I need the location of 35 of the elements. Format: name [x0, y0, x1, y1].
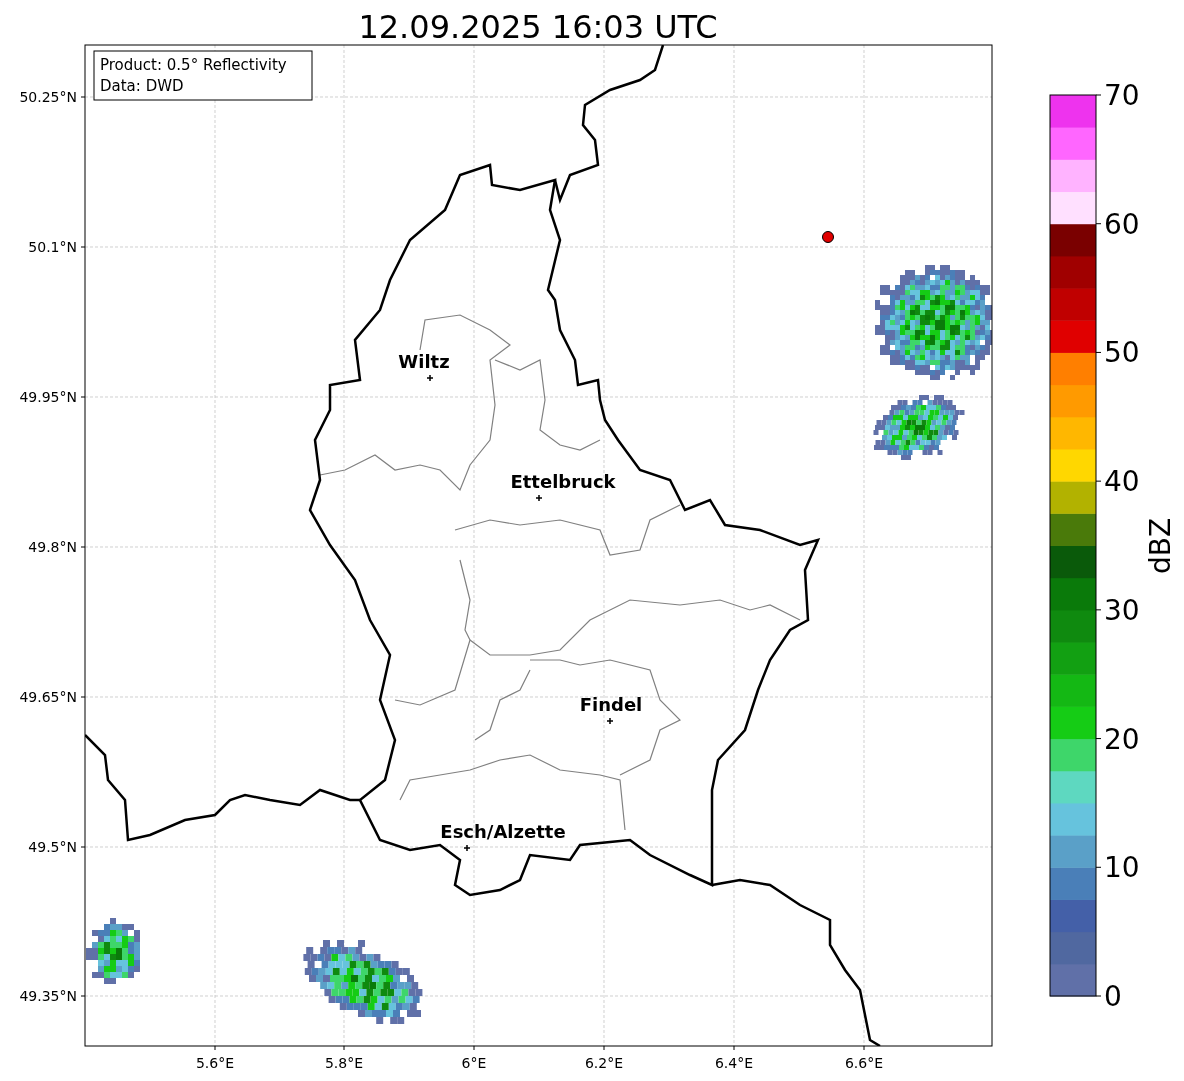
- city-marker-icon: [463, 844, 471, 852]
- city-label: Esch/Alzette: [440, 821, 566, 842]
- city-marker-icon: [426, 374, 434, 382]
- city-marker-icon: [606, 717, 614, 725]
- city-marker-icon: [535, 494, 543, 502]
- axis-tick-label: 49.65°N: [19, 689, 77, 705]
- axis-tick-label: 5.8°E: [324, 1055, 364, 1071]
- colorbar-tick-label: 20: [1104, 722, 1140, 756]
- axis-tick-label: 6°E: [461, 1055, 487, 1071]
- chart-title: 12.09.2025 16:03 UTC: [358, 8, 718, 46]
- axis-tick-label: 49.35°N: [19, 988, 77, 1004]
- axis-tick-label: 6.4°E: [714, 1055, 754, 1071]
- colorbar-tick-label: 0: [1104, 980, 1122, 1013]
- colorbar-label: dBZ: [1144, 517, 1177, 575]
- axis-tick-label: 5.6°E: [195, 1055, 235, 1071]
- city-label: Findel: [579, 694, 643, 715]
- location-marker: [822, 231, 834, 243]
- colorbar-tick-label: 40: [1104, 465, 1140, 499]
- colorbar-tick-label: 70: [1104, 79, 1140, 112]
- axis-tick-label: 6.2°E: [584, 1055, 624, 1071]
- radar-echo: [86, 918, 140, 984]
- axis-tick-label: 49.5°N: [28, 839, 77, 855]
- city-label: Ettelbruck: [510, 471, 616, 492]
- colorbar-tick-label: 60: [1104, 207, 1140, 241]
- axis-tick-label: 50.25°N: [19, 89, 77, 105]
- colorbar-tick-label: 30: [1104, 593, 1140, 627]
- info-text: Product: 0.5° Reflectivity: [100, 56, 287, 74]
- city-label: Wiltz: [398, 351, 450, 372]
- axis-tick-label: 6.6°E: [844, 1055, 884, 1071]
- colorbar-tick-label: 10: [1104, 851, 1140, 885]
- axis-tick-label: 49.8°N: [28, 539, 77, 555]
- info-text: Data: DWD: [100, 77, 184, 95]
- axis-tick-label: 50.1°N: [28, 239, 77, 255]
- axis-tick-label: 49.95°N: [19, 389, 77, 405]
- colorbar-tick-label: 50: [1104, 336, 1140, 370]
